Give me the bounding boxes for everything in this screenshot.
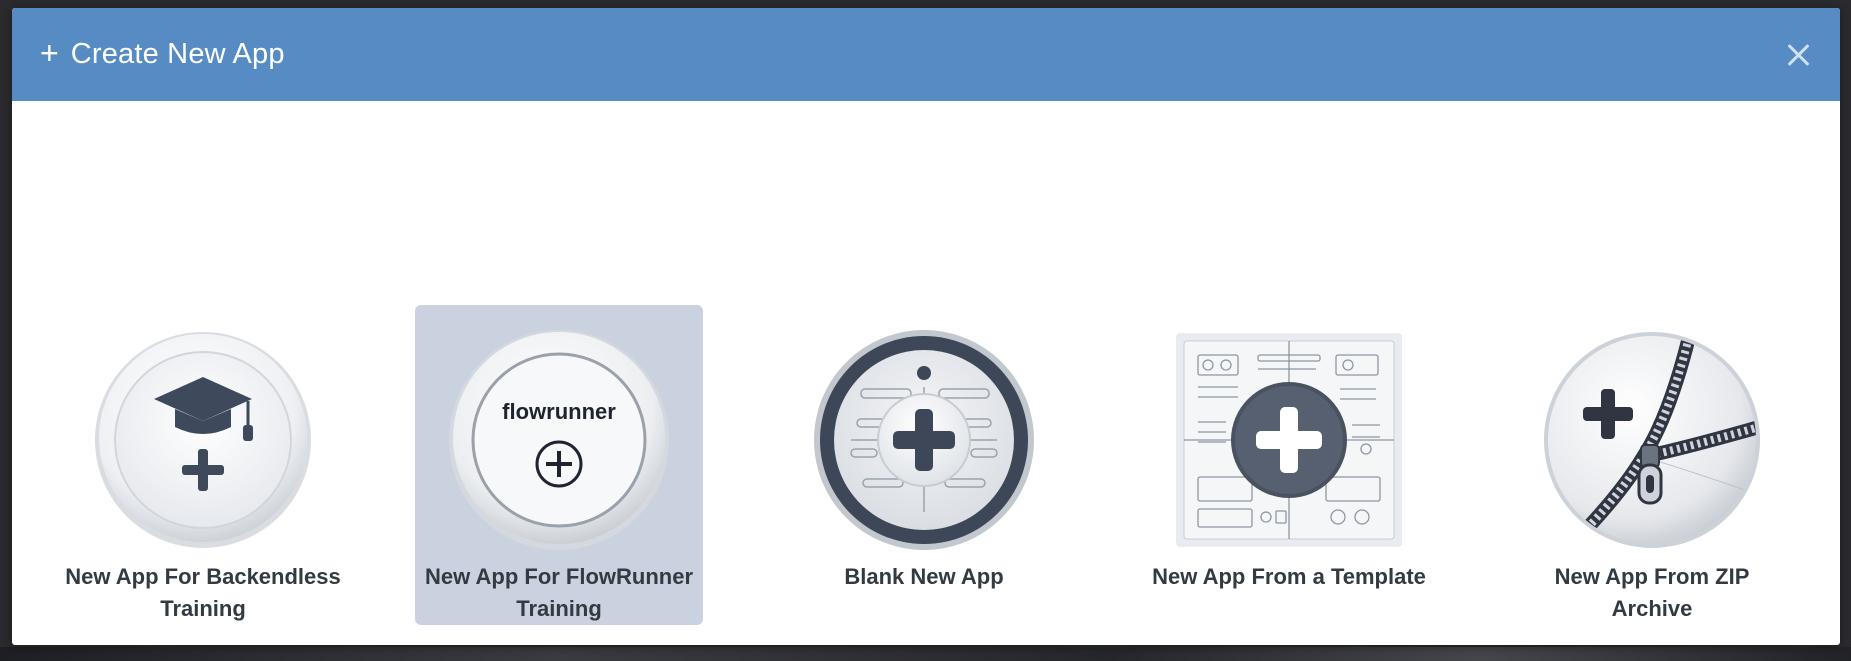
flowrunner-logo-icon: flowrunner: [446, 327, 672, 553]
background-strip: [0, 647, 1851, 661]
dialog-header: + Create New App: [12, 8, 1840, 101]
blank-app-plus-icon: [811, 327, 1037, 553]
option-label: New App From ZIP Archive: [1554, 564, 1750, 621]
option-label: Blank New App: [844, 564, 1004, 589]
plus-icon: +: [40, 35, 59, 71]
flowrunner-logo-text: flowrunner: [502, 399, 616, 424]
app-options: New App For Backendless Training flowrun…: [12, 101, 1840, 645]
option-from-template[interactable]: New App From a Template: [1145, 305, 1433, 625]
option-label: New App From a Template: [1152, 564, 1426, 589]
close-icon[interactable]: [1784, 40, 1814, 70]
template-plus-icon: [1176, 327, 1402, 553]
graduation-cap-plus-icon: [90, 327, 316, 553]
option-label: New App For FlowRunner Training: [424, 564, 694, 621]
option-flowrunner-training[interactable]: flowrunner New App For FlowRunner Traini…: [415, 305, 703, 625]
create-app-dialog: + Create New App New App For Backendless…: [12, 8, 1840, 645]
option-label: New App For Backendless Training: [65, 564, 341, 621]
zip-archive-icon: [1539, 327, 1765, 553]
dialog-title: Create New App: [70, 38, 285, 70]
option-blank-app[interactable]: Blank New App: [780, 305, 1068, 625]
option-backendless-training[interactable]: New App For Backendless Training: [59, 305, 347, 625]
option-from-zip[interactable]: New App From ZIP Archive: [1508, 305, 1796, 625]
